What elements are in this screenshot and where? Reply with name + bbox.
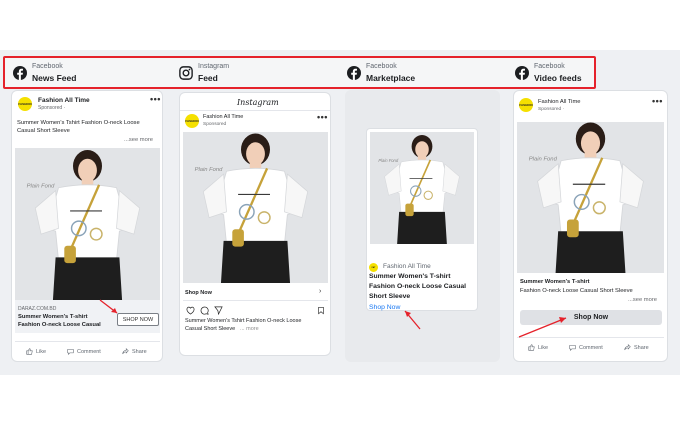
comment-button[interactable]: Comment [569,344,603,351]
annotation-arrow [404,310,421,330]
shop-now-link[interactable]: Shop Now [369,304,400,311]
divider [183,300,328,301]
video-headline-line2: Fashion O-neck Loose Casual Short Sleeve [520,288,633,294]
instagram-wordmark: Instagram [237,98,279,107]
share-button[interactable]: Share [122,348,147,355]
share-button[interactable]: Share [624,344,649,351]
share-label: Share [132,348,147,355]
brand-name[interactable]: Fashion All Time [538,99,581,105]
comment-label: Comment [579,344,603,351]
chevron-right-icon[interactable]: › [319,288,321,295]
link-headline-line1: Summer Women's T-shirt [18,314,88,320]
shop-now-cta[interactable]: Shop Now [185,290,212,296]
more-options-icon[interactable]: ••• [317,112,328,122]
placement-name: Video feeds [534,73,582,83]
product-image[interactable] [183,132,328,283]
facebook-icon [515,66,529,80]
listing-title-line3: Short Sleeve [369,293,411,300]
comment-icon [569,345,576,351]
annotation-arrow [99,299,118,314]
divider [15,341,160,342]
placement-platform: Facebook [32,63,63,70]
shop-now-button[interactable]: SHOP NOW [117,313,159,326]
product-image[interactable] [15,148,160,300]
sponsored-label: Sponsored · [38,105,66,111]
sponsored-label: Sponsored [203,122,227,127]
video-headline-line1: Summer Women's T-shirt [520,279,590,285]
divider [180,110,330,111]
send-icon[interactable] [214,306,223,315]
ad-text-line1: Summer Women's Tshirt Fashion O-neck Loo… [17,120,140,126]
comment-icon[interactable] [200,306,209,315]
listing-title-line2: Fashion O-neck Loose Casual [369,283,467,290]
product-image[interactable] [517,122,664,273]
share-icon [624,344,631,351]
placements-bar: Facebook News Feed Instagram Feed Facebo… [3,56,596,89]
like-label: Like [36,348,47,355]
heart-icon[interactable] [186,306,195,315]
brand-name[interactable]: Fashion All Time [383,263,431,270]
like-button[interactable]: Like [26,348,46,355]
brand-logo: FAT [369,263,378,272]
placement-name: News Feed [32,73,77,83]
comment-button[interactable]: Comment [67,348,101,355]
comment-icon [67,349,74,355]
link-headline-line2: Fashion O-neck Loose Casual [18,322,101,328]
ad-text-line2: Casual Short Sleeve [17,128,70,134]
see-more-link[interactable]: ...see more [628,297,657,303]
comment-label: Comment [77,348,101,355]
annotation-arrow [518,317,567,338]
placement-name: Marketplace [366,73,416,83]
marketplace-preview: FAT Fashion All Time Summer Women's T-sh… [366,128,478,311]
more-options-icon[interactable]: ••• [652,96,663,106]
see-more-link[interactable]: ... more [240,326,259,332]
instagram-icon [179,66,193,80]
ad-text-line1: Summer Women's Tshirt Fashion O-neck Loo… [185,318,302,324]
like-label: Like [538,344,549,351]
brand-logo: FASHION [185,114,199,128]
listing-title-line1: Summer Women's T-shirt [369,273,451,280]
like-button[interactable]: Like [528,344,548,351]
ad-text-line2: Casual Short Sleeve [185,326,236,332]
brand-name[interactable]: Fashion All Time [203,114,243,120]
instagram-feed-preview: Instagram FASHION Fashion All Time Spons… [179,92,331,356]
sponsored-label: Sponsored · [538,107,565,112]
facebook-icon [13,66,27,80]
like-icon [26,348,33,355]
placement-platform: Instagram [198,63,230,70]
share-label: Share [634,344,649,351]
more-options-icon[interactable]: ••• [150,94,161,104]
placement-platform: Facebook [366,63,397,70]
link-domain: DARAZ.COM.BD [18,306,57,312]
placement-name: Feed [198,73,218,83]
brand-logo: FASHION [18,97,32,111]
placement-platform: Facebook [534,63,565,70]
product-image[interactable] [370,132,474,244]
bookmark-icon[interactable] [317,306,325,315]
see-more-link[interactable]: ...see more [124,137,153,143]
like-icon [528,344,535,351]
news-feed-preview: FASHION Fashion All Time Sponsored · •••… [11,90,163,362]
brand-logo: FASHION [519,98,533,112]
share-icon [122,348,129,355]
facebook-icon [347,66,361,80]
brand-name[interactable]: Fashion All Time [38,97,90,104]
